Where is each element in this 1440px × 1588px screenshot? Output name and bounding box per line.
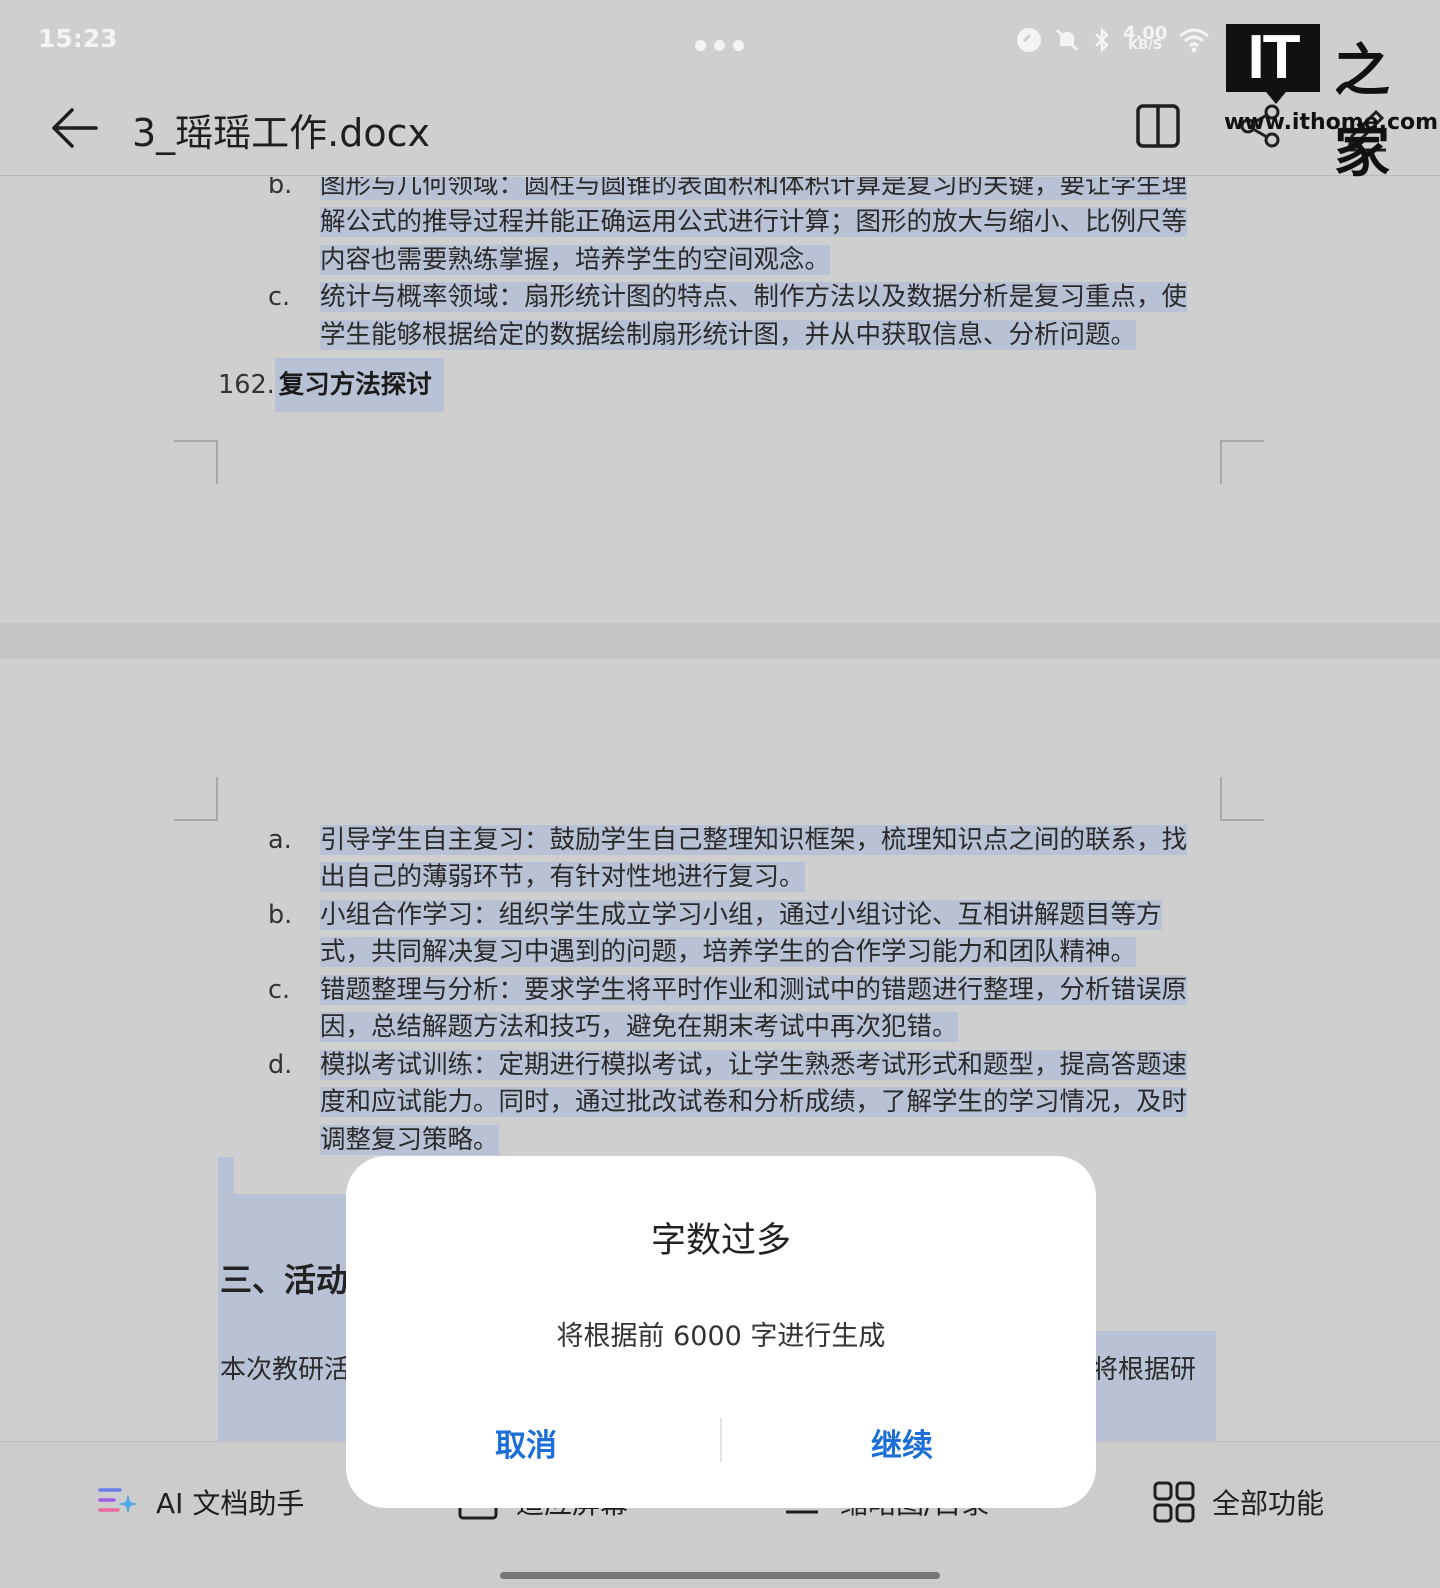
list-item-line[interactable]: 式，共同解决复习中遇到的问题，培养学生的合作学习能力和团队精神。 xyxy=(320,934,1137,972)
list-item-line[interactable]: 出自己的薄弱环节，有针对性地进行复习。 xyxy=(320,859,805,897)
watermark-logo: IT xyxy=(1226,24,1320,104)
grid-icon xyxy=(1153,1481,1195,1523)
mute-bell-icon xyxy=(1055,28,1079,52)
dialog-message: 将根据前 6000 字进行生成 xyxy=(556,1321,886,1352)
list-item-line[interactable]: 解公式的推导过程并能正确运用公式进行计算；图形的放大与缩小、比例尺等 xyxy=(320,204,1188,242)
do-not-disturb-icon xyxy=(1017,28,1041,52)
status-time: 15:23 xyxy=(38,24,118,53)
section-title: 复习方法探讨 xyxy=(274,358,444,412)
dialog-button-divider xyxy=(720,1418,722,1462)
document-title: 3_瑶瑶工作.docx xyxy=(132,111,431,155)
paragraph-text[interactable]: 将根据研 xyxy=(1092,1349,1196,1386)
dialog-title: 字数过多 xyxy=(650,1221,791,1261)
list-item-line[interactable]: 内容也需要熟练掌握，培养学生的空间观念。 xyxy=(320,242,831,280)
watermark-name: 之家 xyxy=(1334,38,1390,185)
wifi-icon xyxy=(1179,28,1210,53)
home-indicator[interactable] xyxy=(500,1572,940,1579)
list-item-line[interactable]: 因，总结解题方法和技巧，避免在期末考试中再次犯错。 xyxy=(320,1009,958,1047)
list-item-line[interactable]: 统计与概率领域：扇形统计图的特点、制作方法以及数据分析是复习重点，使 xyxy=(320,279,1188,317)
section-number: 162. xyxy=(218,370,275,400)
ai-assistant-button[interactable]: AI 文档助手 xyxy=(96,1480,304,1524)
all-features-button[interactable]: 全部功能 xyxy=(1152,1480,1324,1524)
cancel-button[interactable]: 取消 xyxy=(376,1420,676,1465)
page-corner-mark xyxy=(174,440,218,484)
list-item-line[interactable]: 模拟考试训练：定期进行模拟考试，让学生熟悉考试形式和题型，提高答题速 xyxy=(320,1047,1188,1085)
paragraph-text[interactable]: 本次教研活 xyxy=(220,1349,350,1386)
selection-highlight xyxy=(1080,1331,1216,1441)
list-item-line[interactable]: 引导学生自主复习：鼓励学生自己整理知识框架，梳理知识点之间的联系，找 xyxy=(320,822,1188,860)
list-marker: a. xyxy=(268,825,292,855)
list-item-line[interactable]: 图形与几何领域：圆柱与圆锥的表面积和体积计算是复习的关键，要让学生理 xyxy=(320,177,1188,205)
watermark-url: www.ithome.com xyxy=(1224,110,1439,135)
too-many-words-dialog: 字数过多 将根据前 6000 字进行生成 取消 继续 xyxy=(346,1156,1096,1508)
back-button[interactable] xyxy=(48,100,104,156)
bluetooth-icon xyxy=(1095,26,1109,54)
list-item-line[interactable]: 调整复习策略。 xyxy=(320,1122,499,1160)
list-marker: d. xyxy=(268,1050,293,1080)
page-corner-mark xyxy=(1220,440,1264,484)
all-features-label: 全部功能 xyxy=(1212,1487,1325,1520)
page-separator xyxy=(0,623,1440,659)
split-view-button[interactable] xyxy=(1130,98,1186,154)
list-marker: b. xyxy=(268,900,293,930)
list-marker: c. xyxy=(268,975,291,1005)
section-heading-162[interactable]: 162. 复习方法探讨 xyxy=(218,358,444,412)
more-dots-icon[interactable] xyxy=(695,36,752,55)
list-item-line[interactable]: 小组合作学习：组织学生成立学习小组，通过小组讨论、互相讲解题目等方 xyxy=(320,897,1162,935)
page-corner-mark xyxy=(1220,777,1264,821)
page-corner-mark xyxy=(174,777,218,821)
status-bar: 15:23 4.00 KB/S xyxy=(0,0,1440,82)
arrow-left-icon xyxy=(52,108,98,148)
ai-assistant-label: AI 文档助手 xyxy=(156,1487,305,1520)
ithome-watermark: IT 之家 www.ithome.com xyxy=(1224,24,1438,186)
continue-button[interactable]: 继续 xyxy=(752,1420,1052,1465)
split-view-icon xyxy=(1136,104,1180,148)
status-icons: 4.00 KB/S xyxy=(1015,25,1211,54)
list-marker: b. xyxy=(268,177,293,200)
list-item-line[interactable]: 学生能够根据给定的数据绘制扇形统计图，并从中获取信息、分析问题。 xyxy=(320,317,1137,355)
ai-sparkle-icon xyxy=(98,1488,138,1514)
list-marker: c. xyxy=(268,282,291,312)
list-item-line[interactable]: 度和应试能力。同时，通过批改试卷和分析成绩，了解学生的学习情况，及时 xyxy=(320,1084,1188,1122)
list-item-line[interactable]: 错题整理与分析：要求学生将平时作业和测试中的错题进行整理，分析错误原 xyxy=(320,972,1188,1010)
network-speed-unit: KB/S xyxy=(1128,38,1163,53)
section-heading-3[interactable]: 三、活动 xyxy=(220,1255,348,1301)
network-speed: 4.00 KB/S xyxy=(1123,25,1167,53)
